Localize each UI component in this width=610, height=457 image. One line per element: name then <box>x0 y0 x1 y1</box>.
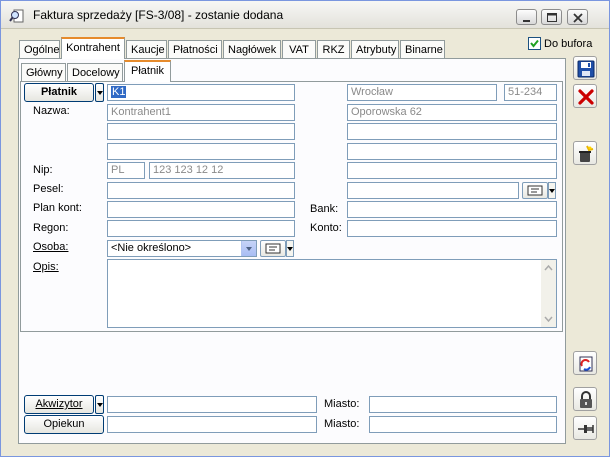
konto-field[interactable] <box>347 220 557 237</box>
close-button[interactable] <box>567 9 588 25</box>
chevron-down-icon <box>241 241 256 256</box>
osoba-value: <Nie określono> <box>111 242 192 254</box>
opis-label: Opis: <box>33 261 59 273</box>
pesel-field[interactable] <box>107 182 295 199</box>
opiekun-city-field[interactable] <box>369 416 557 433</box>
padlock-icon <box>580 391 592 408</box>
akwizytor-label: Akwizytor <box>35 398 83 410</box>
osoba-card-button[interactable] <box>260 240 286 257</box>
subtab-glowny[interactable]: Główny <box>21 63 66 83</box>
nip-field[interactable]: 123 123 12 12 <box>149 162 295 179</box>
contact-card-icon <box>527 185 543 196</box>
akwizytor-button[interactable]: Akwizytor <box>24 395 94 414</box>
platnik-dropdown-button[interactable] <box>95 83 104 102</box>
title-bar[interactable]: Faktura sprzedaży [FS-3/08] - zostanie d… <box>1 1 609 29</box>
scroll-down-icon <box>544 316 553 323</box>
red-x-icon <box>578 89 594 105</box>
akwizytor-city-field[interactable] <box>369 396 557 413</box>
pesel-label: Pesel: <box>33 183 64 195</box>
tab-naglowek[interactable]: Nagłówek <box>223 40 281 60</box>
platnik-code-value: K1 <box>111 86 127 98</box>
do-bufora-checkbox[interactable] <box>528 37 541 50</box>
bank-field[interactable] <box>347 201 557 218</box>
opiekun-miasto-label: Miasto: <box>324 418 360 430</box>
regon-label: Regon: <box>33 222 69 234</box>
lock-button[interactable] <box>573 387 597 411</box>
akwizytor-dropdown-button[interactable] <box>95 395 104 414</box>
trash-magic-icon <box>579 145 594 162</box>
regon-field[interactable] <box>107 220 295 237</box>
plan-kont-field[interactable] <box>107 201 295 218</box>
do-bufora-label: Do bufora <box>544 38 593 50</box>
plan-kont-label: Plan kont: <box>33 202 82 214</box>
subtab-docelowy[interactable]: Docelowy <box>67 63 123 83</box>
save-button[interactable] <box>573 56 597 80</box>
platnik-button[interactable]: Płatnik <box>24 83 94 102</box>
bank-label: Bank: <box>310 203 339 215</box>
opis-textarea[interactable] <box>107 259 557 328</box>
osoba-select[interactable]: <Nie określono> <box>107 240 257 257</box>
konto-label: Konto: <box>310 222 342 234</box>
tab-platnosci[interactable]: Płatności <box>168 40 222 60</box>
subtab-platnik[interactable]: Płatnik <box>124 60 171 82</box>
nazwa-label: Nazwa: <box>33 105 70 117</box>
address-card-button[interactable] <box>522 182 548 199</box>
nazwa-line-2[interactable] <box>107 123 295 140</box>
nip-prefix-field[interactable]: PL <box>107 162 145 179</box>
address-line-2[interactable] <box>347 123 557 140</box>
maximize-button[interactable] <box>541 9 562 25</box>
refresh-button[interactable] <box>573 351 597 375</box>
nip-label: Nip: <box>33 164 53 176</box>
nazwa-line-3[interactable] <box>107 143 295 160</box>
checkmark-icon <box>530 39 539 48</box>
minimize-icon <box>523 20 530 22</box>
osoba-label: Osoba: <box>33 241 69 253</box>
osoba-card-dropdown[interactable] <box>286 240 294 257</box>
address-line-3[interactable] <box>347 143 557 160</box>
extra-field[interactable] <box>347 182 519 199</box>
close-icon <box>573 13 583 23</box>
cancel-button[interactable] <box>573 84 597 108</box>
akwizytor-miasto-label: Miasto: <box>324 398 360 410</box>
tab-atrybuty[interactable]: Atrybuty <box>351 40 399 60</box>
nazwa-line-1[interactable]: Kontrahent1 <box>107 104 295 121</box>
tab-rkz[interactable]: RKZ <box>317 40 350 60</box>
platnik-code-field[interactable]: K1 <box>107 84 295 101</box>
pin-button[interactable] <box>573 416 597 440</box>
window-title: Faktura sprzedaży [FS-3/08] - zostanie d… <box>33 8 284 22</box>
contact-card-icon <box>265 243 281 254</box>
maximize-icon <box>547 13 557 22</box>
tab-kontrahent[interactable]: Kontrahent <box>61 37 125 59</box>
floppy-disk-icon <box>577 60 595 78</box>
tab-ogolne[interactable]: Ogólne <box>19 40 60 60</box>
document-refresh-icon <box>579 356 593 372</box>
pushpin-icon <box>578 425 594 433</box>
opiekun-field[interactable] <box>107 416 317 433</box>
minimize-button[interactable] <box>516 9 537 25</box>
wizard-button[interactable] <box>573 141 597 165</box>
tab-kaucje[interactable]: Kaucje <box>126 40 167 60</box>
invoice-window: Faktura sprzedaży [FS-3/08] - zostanie d… <box>0 0 610 457</box>
scroll-up-icon <box>544 264 553 271</box>
tab-vat[interactable]: VAT <box>282 40 316 60</box>
tab-binarne[interactable]: Binarne <box>400 40 445 60</box>
address-line-4[interactable] <box>347 162 557 179</box>
postal-code-field[interactable]: 51-234 <box>504 84 557 101</box>
city-field[interactable]: Wrocław <box>347 84 497 101</box>
magnifier-document-icon <box>9 9 24 23</box>
akwizytor-field[interactable] <box>107 396 317 413</box>
opis-scrollbar[interactable] <box>541 260 556 327</box>
street-field[interactable]: Oporowska 62 <box>347 104 557 121</box>
address-card-dropdown[interactable] <box>548 182 556 199</box>
opiekun-button[interactable]: Opiekun <box>24 415 104 434</box>
